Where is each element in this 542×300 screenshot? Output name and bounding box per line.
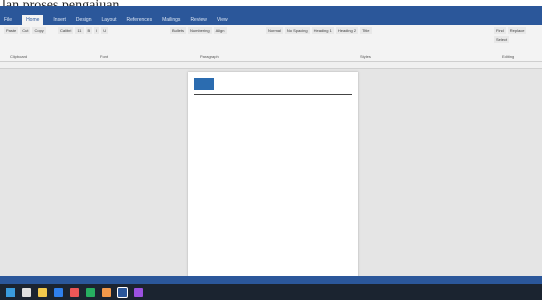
ribbon: Paste Cut Copy Clipboard Calibri 11 B I …	[0, 25, 542, 62]
style-heading-1[interactable]: Heading 1	[311, 27, 334, 34]
tab-file[interactable]: File	[4, 17, 12, 23]
title-bar	[0, 6, 542, 15]
taskbar	[0, 284, 542, 300]
tab-design[interactable]: Design	[76, 17, 92, 23]
tab-view[interactable]: View	[217, 17, 228, 23]
editing-group: Find Replace Select	[494, 27, 538, 53]
paragraph-label: Paragraph	[200, 54, 219, 59]
cut-button[interactable]: Cut	[20, 27, 31, 34]
style-title[interactable]: Title	[360, 27, 372, 34]
editing-label: Editing	[502, 54, 515, 59]
status-bar	[0, 276, 542, 284]
clipboard-label: Clipboard	[10, 54, 28, 59]
paste-button[interactable]: Paste	[4, 27, 19, 34]
document-page[interactable]	[188, 72, 358, 282]
tab-mailings[interactable]: Mailings	[162, 17, 180, 23]
clipboard-group: Paste Cut Copy	[4, 27, 52, 53]
underline-button[interactable]: U	[101, 27, 109, 34]
font-group: Calibri 11 B I U	[58, 27, 162, 53]
font-name-select[interactable]: Calibri	[58, 27, 74, 34]
italic-button[interactable]: I	[94, 27, 100, 34]
styles-group: Normal No Spacing Heading 1 Heading 2 Ti…	[266, 27, 486, 53]
letterhead-divider	[194, 94, 352, 95]
app-icon[interactable]	[134, 287, 143, 297]
word-icon[interactable]	[117, 286, 128, 298]
app-icon[interactable]	[102, 287, 111, 297]
ribbon-tabs: File Home Insert Design Layout Reference…	[0, 15, 542, 25]
search-icon[interactable]	[22, 287, 31, 297]
font-label: Font	[100, 54, 109, 59]
style-heading-2[interactable]: Heading 2	[335, 27, 359, 34]
app-icon[interactable]	[86, 287, 95, 297]
windows-start-icon[interactable]	[6, 287, 15, 297]
select-button[interactable]: Select	[494, 36, 510, 43]
app-icon[interactable]	[70, 287, 79, 297]
ruler[interactable]	[0, 62, 542, 69]
style-no-spacing[interactable]: No Spacing	[284, 27, 310, 34]
tab-references[interactable]: References	[127, 17, 153, 23]
align-button[interactable]: Align	[213, 27, 227, 34]
numbering-button[interactable]: Numbering	[188, 27, 212, 34]
tab-insert[interactable]: Insert	[53, 17, 66, 23]
tab-review[interactable]: Review	[190, 17, 206, 23]
amount-table	[196, 236, 256, 251]
replace-button[interactable]: Replace	[507, 27, 527, 34]
edge-icon[interactable]	[54, 287, 63, 297]
find-button[interactable]: Find	[494, 27, 506, 34]
bold-button[interactable]: B	[85, 27, 93, 34]
style-normal[interactable]: Normal	[266, 27, 283, 34]
tab-home[interactable]: Home	[22, 15, 44, 25]
file-explorer-icon[interactable]	[38, 287, 47, 297]
font-size-select[interactable]: 11	[75, 27, 84, 34]
letterhead-logo	[194, 78, 214, 90]
word-window: File Home Insert Design Layout Reference…	[0, 6, 542, 284]
table-row	[196, 246, 256, 251]
copy-button[interactable]: Copy	[32, 27, 46, 34]
bullets-button[interactable]: Bullets	[170, 27, 187, 34]
tab-layout[interactable]: Layout	[102, 17, 117, 23]
styles-label: Styles	[360, 54, 371, 59]
paragraph-group: Bullets Numbering Align	[170, 27, 260, 53]
